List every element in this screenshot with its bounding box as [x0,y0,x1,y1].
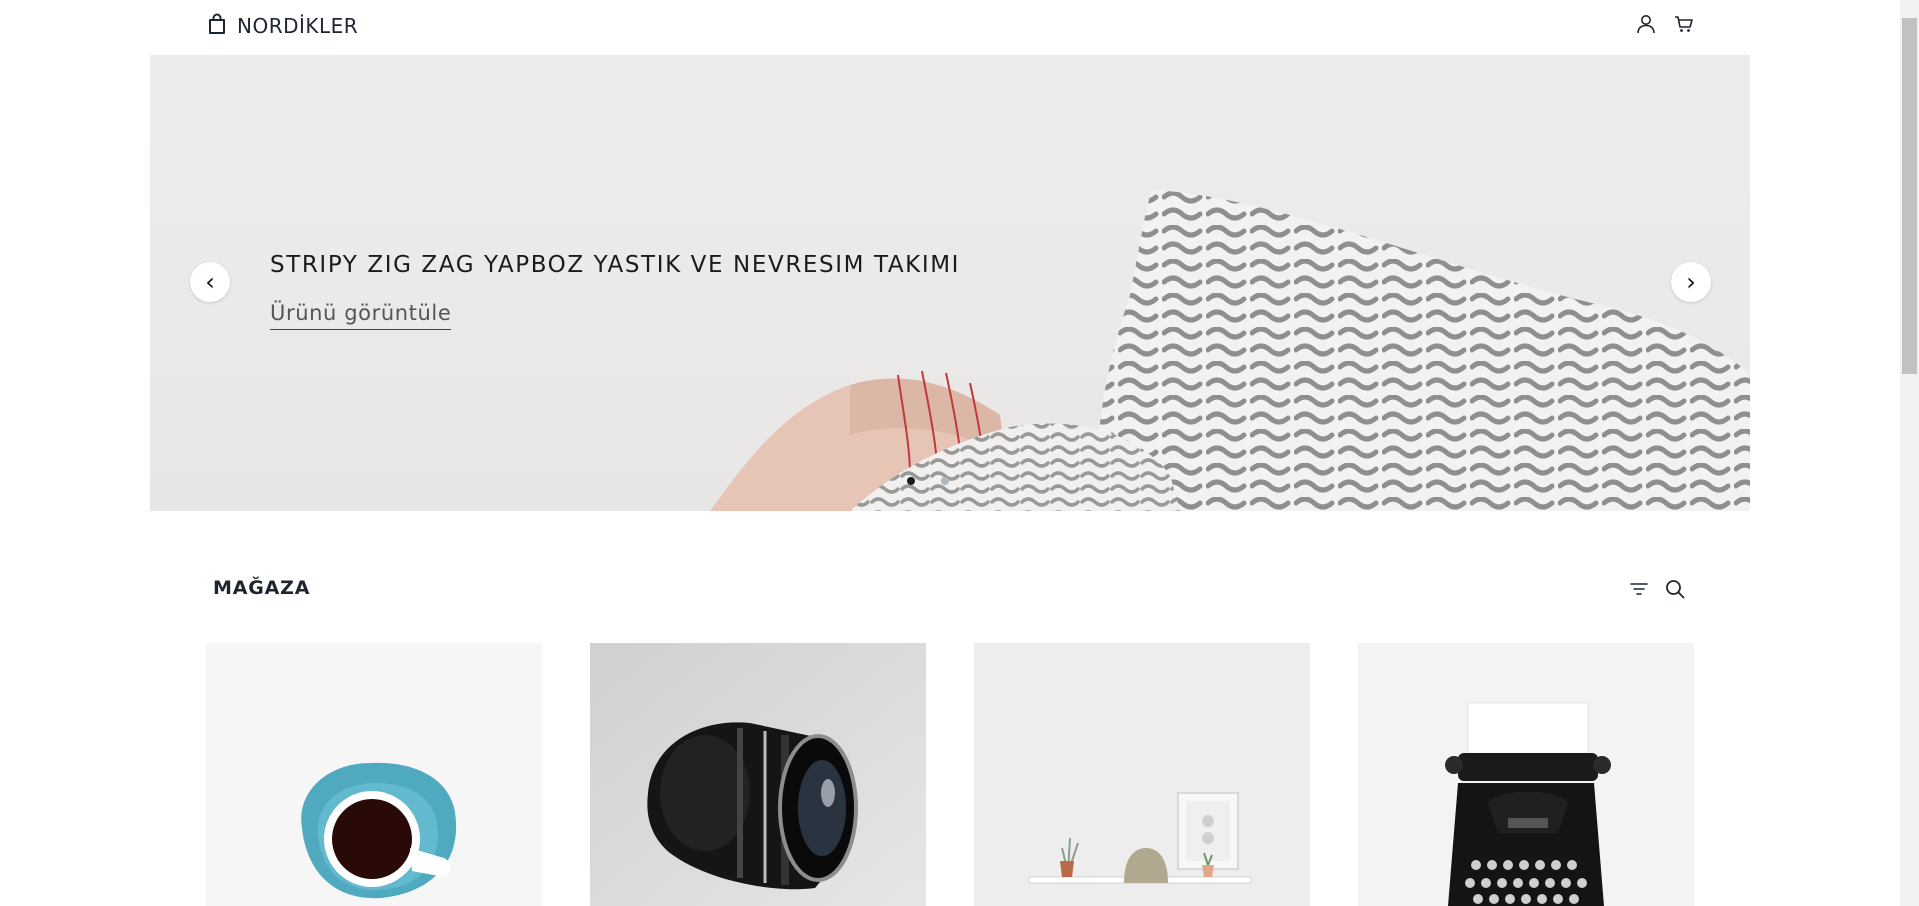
carousel-dot-2[interactable] [941,477,949,485]
brand-logo-link[interactable]: NORDİKLER [207,12,358,40]
shop-title: MAĞAZA [213,577,311,599]
brand-name: NORDİKLER [237,14,359,38]
product-card-coffee-cup[interactable] [206,643,542,906]
hero-title: STRIPY ZIG ZAG YAPBOZ YASTIK VE NEVRESIM… [270,252,961,278]
desk-chair-image [974,643,1310,906]
product-card-camera-lens[interactable] [590,643,926,906]
typewriter-image [1358,643,1694,906]
page-scrollbar[interactable] [1900,0,1919,906]
cart-icon[interactable] [1672,12,1696,36]
site-header: NORDİKLER [0,0,1900,54]
product-card-typewriter[interactable] [1358,643,1694,906]
filter-icon[interactable] [1627,577,1651,601]
view-product-link[interactable]: Ürünü görüntüle [270,301,452,330]
shop-actions [1627,577,1687,601]
scrollbar-thumb[interactable] [1902,18,1917,374]
hero-slide-image [710,190,1750,511]
carousel-prev-button[interactable]: ‹ [190,262,230,302]
coffee-cup-image [206,643,542,906]
carousel-dot-1[interactable] [907,477,915,485]
user-icon[interactable] [1634,12,1658,36]
header-actions [1634,12,1696,36]
shop-header: MAĞAZA [150,565,1750,613]
shopping-bag-icon [207,13,227,39]
hero-carousel: STRIPY ZIG ZAG YAPBOZ YASTIK VE NEVRESIM… [150,55,1750,511]
carousel-next-button[interactable]: › [1671,262,1711,302]
product-grid [206,643,1694,906]
product-card-desk[interactable] [974,643,1310,906]
carousel-dots [907,477,949,485]
camera-lens-image [590,643,926,906]
search-icon[interactable] [1663,577,1687,601]
